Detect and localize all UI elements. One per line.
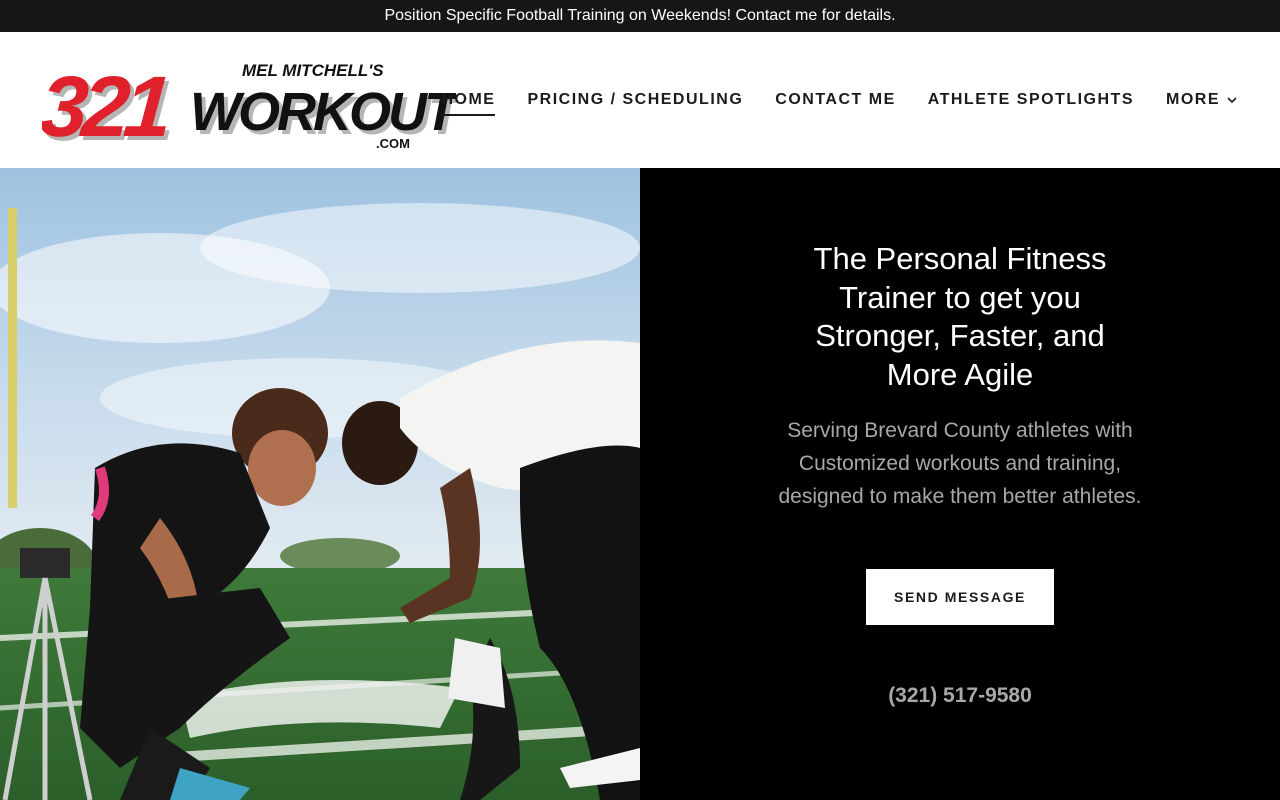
hero-headline: The Personal Fitness Trainer to get you … — [813, 241, 1107, 392]
send-message-button[interactable]: SEND MESSAGE — [866, 569, 1054, 625]
nav-more-label: MORE — [1166, 91, 1220, 108]
logo-word: WORKOUT — [190, 82, 456, 142]
logo-graphic: MEL MITCHELL'S 321 321 WORKOUT WORKOUT .… — [42, 59, 456, 156]
hero-subtext: Serving Brevard County athletes with Cus… — [778, 419, 1142, 508]
logo-top-line: MEL MITCHELL'S — [242, 61, 384, 80]
announcement-bar: Position Specific Football Training on W… — [0, 0, 1280, 32]
chevron-down-icon — [1227, 97, 1237, 104]
hero-image — [0, 168, 640, 800]
main-nav: HOME PRICING / SCHEDULING CONTACT ME ATH… — [441, 91, 1238, 116]
nav-item-athlete-spotlights[interactable]: ATHLETE SPOTLIGHTS — [928, 91, 1134, 113]
phone-number-link[interactable]: (321) 517-9580 — [640, 684, 1280, 708]
nav-item-home[interactable]: HOME — [441, 91, 496, 116]
nav-item-contact-me[interactable]: CONTACT ME — [775, 91, 895, 113]
nav-item-more[interactable]: MORE — [1166, 91, 1238, 113]
logo-suffix: .COM — [376, 136, 410, 151]
site-header: MEL MITCHELL'S 321 321 WORKOUT WORKOUT .… — [0, 32, 1280, 168]
site-logo[interactable]: MEL MITCHELL'S 321 321 WORKOUT WORKOUT .… — [42, 56, 456, 156]
hero-photo-illustration — [0, 168, 640, 800]
announcement-text: Position Specific Football Training on W… — [384, 7, 896, 24]
nav-item-pricing-scheduling[interactable]: PRICING / SCHEDULING — [527, 91, 743, 113]
logo-number: 321 — [42, 59, 171, 155]
hero-panel: The Personal Fitness Trainer to get you … — [640, 168, 1280, 800]
